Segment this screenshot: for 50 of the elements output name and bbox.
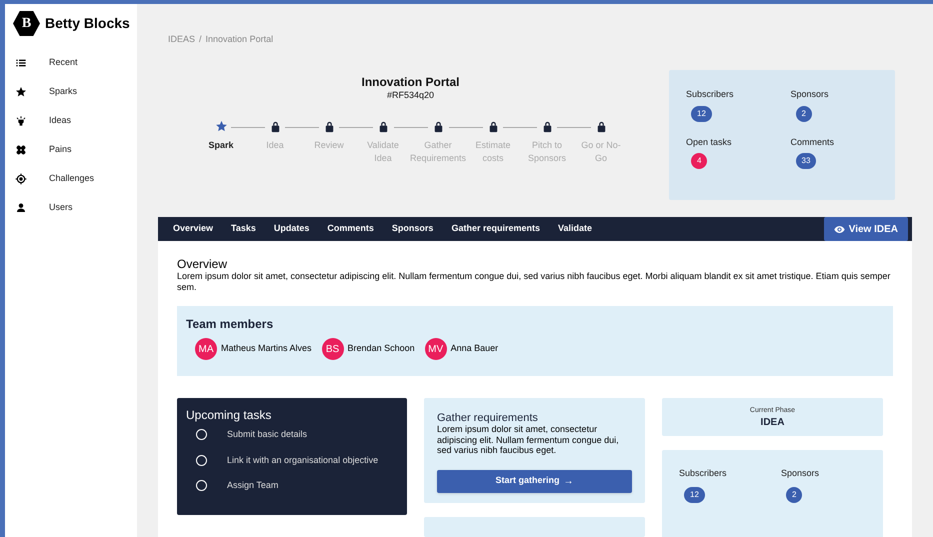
nav-tab[interactable]: Validate — [558, 222, 592, 236]
stat-label: Sponsors — [781, 467, 820, 480]
overview-text: Lorem ipsum dolor sit amet, consectetur adipiscing elit. Nullam fermentum congue dui, sed varius nibh faucibus eget. Morbi aliquam blandit ex sit amet tristique. Etiam quis semper sem. — [177, 271, 892, 293]
logo-icon: B — [13, 11, 40, 36]
nav-tab[interactable]: Updates — [274, 222, 310, 236]
avatar: MA — [195, 338, 217, 360]
task-label: Link it with an organisational objective — [227, 454, 378, 467]
stat-label: Comments — [790, 136, 834, 148]
arrow-icon: → — [564, 474, 574, 488]
nav-tab[interactable]: Comments — [327, 222, 374, 236]
member-name: Matheus Martins Alves — [221, 342, 312, 356]
section-title: Overview — [177, 258, 228, 271]
nav-tab[interactable]: Gather requirements — [451, 222, 540, 236]
member-name: Brendan Schoon — [348, 342, 415, 356]
card-title: Upcoming tasks — [186, 407, 272, 424]
count-badge: 12 — [691, 106, 712, 122]
start-gathering-button[interactable]: Start gathering → — [437, 470, 632, 492]
stat-label: Sponsors — [790, 88, 829, 101]
sidebar-item[interactable]: Pains — [5, 135, 137, 164]
step-label[interactable]: Spark — [201, 139, 241, 152]
avatar: BS — [322, 338, 344, 360]
member-name: Anna Bauer — [450, 342, 498, 356]
sidebar-item[interactable]: Ideas — [5, 106, 137, 135]
count-badge: 2 — [786, 486, 802, 502]
panel-title: Team members — [186, 316, 274, 333]
count-badge: 12 — [684, 486, 705, 502]
task-label: Assign Team — [227, 479, 278, 492]
view-idea-button[interactable]: View IDEA — [824, 217, 908, 241]
count-badge: 4 — [691, 153, 708, 169]
phase-value: IDEA — [760, 416, 784, 430]
avatar: MV — [424, 338, 447, 360]
stat-label: Subscribers — [679, 467, 727, 480]
app-name: Betty Blocks — [45, 14, 130, 33]
nav-tab[interactable]: Overview — [173, 222, 214, 236]
card-title: Gather requirements — [437, 412, 539, 424]
sidebar-item[interactable]: Users — [5, 193, 137, 222]
stat-label: Subscribers — [686, 88, 734, 101]
sidebar-item[interactable]: Recent — [5, 48, 137, 77]
sidebar-item[interactable]: Sparks — [5, 77, 137, 106]
task-label: Submit basic details — [227, 428, 308, 441]
page-title: Innovation Portal — [361, 74, 460, 88]
count-badge: 2 — [796, 106, 812, 122]
nav-tab[interactable]: Tasks — [231, 222, 256, 236]
breadcrumb-separator: / — [199, 33, 202, 46]
gather-text: Lorem ipsum dolor sit amet, consectetur adipiscing elit. Nullam fermentum congue dui, sed varius nibh faucibus eget. — [437, 424, 620, 456]
sidebar-item[interactable]: Challenges — [5, 164, 137, 193]
idea-code: #RF534q20 — [386, 88, 434, 102]
nav-tab[interactable]: Sponsors — [392, 222, 434, 236]
stat-label: Open tasks — [686, 136, 732, 149]
count-badge: 33 — [796, 153, 816, 169]
